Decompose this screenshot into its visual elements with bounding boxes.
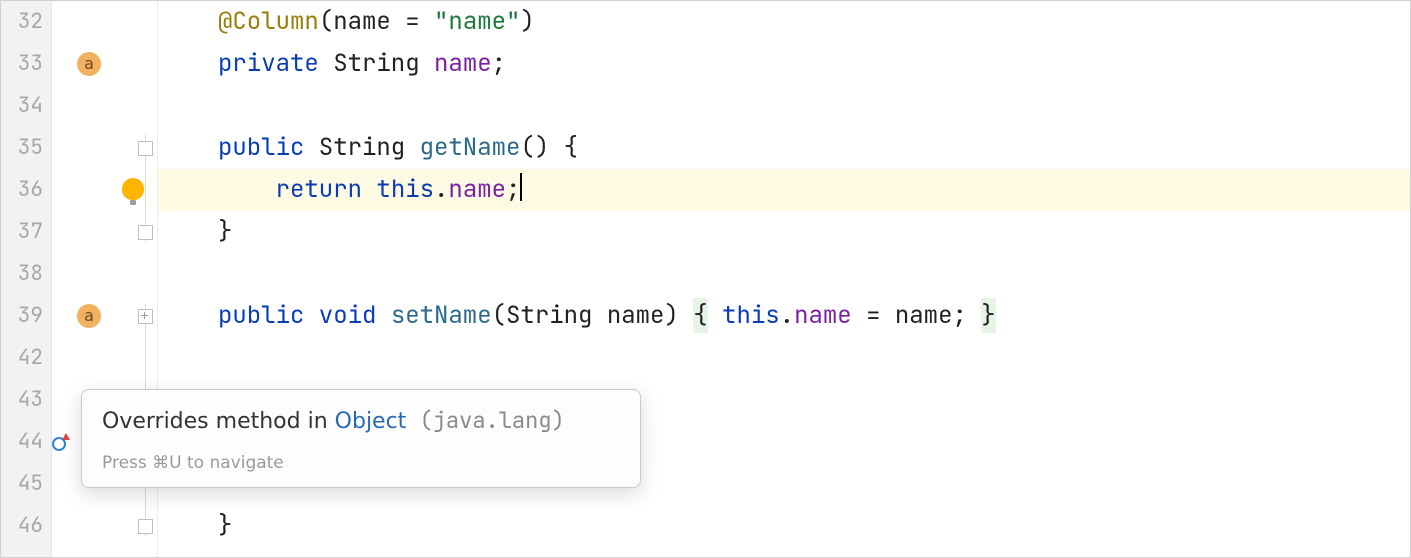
tooltip-hint: Press ⌘U to navigate xyxy=(102,453,620,473)
code-line[interactable]: } xyxy=(158,211,1410,253)
code-line[interactable] xyxy=(158,337,1410,379)
line-number: 38 xyxy=(18,253,43,295)
line-number: 44 xyxy=(18,421,43,463)
override-gutter-icon[interactable] xyxy=(52,435,66,449)
override-tooltip[interactable]: Overrides method in Object (java.lang) P… xyxy=(81,389,641,488)
inspection-badge-icon[interactable]: a xyxy=(77,304,101,328)
code-line[interactable] xyxy=(158,253,1410,295)
line-number: 39 xyxy=(18,295,43,337)
code-editor[interactable]: 32 33 34 35 36 37 38 39 42 43 44 45 46 a xyxy=(0,0,1411,558)
code-line[interactable]: } xyxy=(158,505,1410,547)
line-number: 37 xyxy=(18,211,43,253)
code-line[interactable]: public void setName(String name) { this.… xyxy=(158,295,1410,337)
line-number: 35 xyxy=(18,127,43,169)
code-line[interactable]: private String name; xyxy=(158,43,1410,85)
line-number: 36 xyxy=(18,169,43,211)
code-line[interactable] xyxy=(158,85,1410,127)
line-number: 42 xyxy=(18,337,43,379)
gutter: 32 33 34 35 36 37 38 39 42 43 44 45 46 xyxy=(1,1,52,557)
annotation-token: @Column xyxy=(218,6,319,37)
line-number: 32 xyxy=(18,1,43,43)
intention-bulb-icon[interactable] xyxy=(122,178,144,200)
inspection-badge-icon[interactable]: a xyxy=(77,52,101,76)
code-line[interactable]: @Column(name = "name") xyxy=(158,1,1410,43)
fold-toggle-icon[interactable] xyxy=(138,225,153,240)
line-number: 43 xyxy=(18,379,43,421)
tooltip-message: Overrides method in Object (java.lang) xyxy=(102,406,620,435)
line-number: 34 xyxy=(18,85,43,127)
line-number: 46 xyxy=(18,505,43,547)
tooltip-class-link[interactable]: Object xyxy=(335,409,407,434)
line-number: 33 xyxy=(18,43,43,85)
code-line[interactable]: public String getName() { xyxy=(158,127,1410,169)
code-line-current[interactable]: return this.name; xyxy=(158,169,1410,211)
fold-toggle-icon[interactable] xyxy=(138,141,153,156)
fold-toggle-icon[interactable] xyxy=(138,519,153,534)
text-caret xyxy=(520,173,522,201)
fold-expand-icon[interactable] xyxy=(138,309,153,324)
line-number: 45 xyxy=(18,463,43,505)
